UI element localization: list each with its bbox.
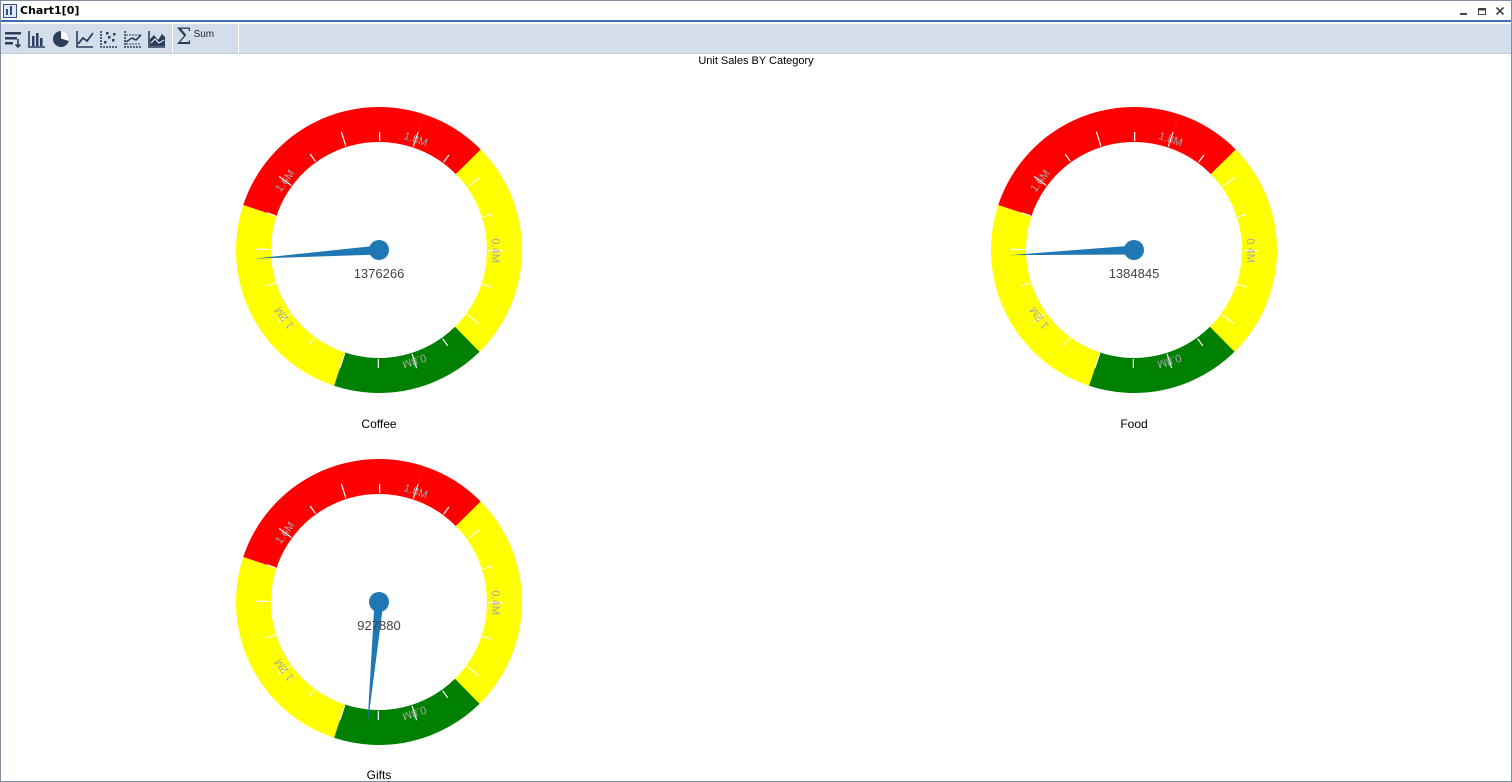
scatter-chart-icon[interactable] [97,26,121,52]
area-chart-icon[interactable] [145,26,169,52]
gauge-needle-hub [1124,240,1144,260]
sigma-icon: Σ [176,25,192,50]
maximize-icon[interactable] [1475,4,1489,18]
gauge-band-yellow [991,205,1101,386]
band-chart-icon[interactable] [121,26,145,52]
gauge-needle-hub [369,592,389,612]
pie-chart-icon[interactable] [49,26,73,52]
gauge-band-yellow [236,205,346,386]
gauge-value: 1384845 [1109,266,1160,281]
bar-chart-icon[interactable] [25,26,49,52]
chart-area: Unit Sales BY Category 0.4M 0.8M 1.2M 1.6M 1… [1,55,1511,781]
chart-type-buttons [1,24,169,54]
sum-label: Sum [193,29,215,40]
gauge-band-red [998,107,1179,217]
line-chart-icon[interactable] [73,26,97,52]
gauge-needle-hub [369,240,389,260]
gauge-band-yellow [236,557,346,738]
gauge-gifts: 0.4M0.8M1.2M1.6M1.8M927880 [236,459,522,745]
gauge-band-red [243,107,424,217]
chart-window: Chart1[0] Σ Sum Unit Sales BY Category 0… [0,0,1512,782]
minimize-icon[interactable] [1457,4,1471,18]
sort-icon[interactable] [1,26,25,52]
gauge-category-label: Coffee [361,417,397,431]
title-bar[interactable]: Chart1[0] [1,1,1511,22]
gauge-value: 927880 [357,618,400,633]
gauge-coffee: 0.4M0.8M1.2M1.6M1.8M1376266 [236,107,522,393]
window-controls [1457,4,1507,18]
gauge-food: 0.4M0.8M1.2M1.6M1.8M1384845 [991,107,1277,393]
chart-app-icon [3,3,17,18]
gauge-band-red [243,459,424,569]
gauge-tick-label: 0.4M [489,238,501,263]
gauge-tick-label: 0.4M [1244,238,1256,263]
chart-title: Unit Sales BY Category [698,55,814,67]
gauge-category-label: Food [1120,417,1148,431]
sum-button[interactable]: Σ Sum [176,26,214,52]
gauge-needle [254,245,380,259]
gauge-needle [1009,245,1135,256]
toolbar-separator [238,24,239,54]
window-title: Chart1[0] [20,4,80,17]
chart-toolbar: Σ Sum [1,24,1511,54]
toolbar-separator [172,24,173,54]
gauge-value: 1376266 [354,266,405,281]
gauge-category-label: Gifts [366,768,392,782]
gauge-tick-label: 0.4M [489,590,501,615]
close-icon[interactable] [1493,4,1507,18]
